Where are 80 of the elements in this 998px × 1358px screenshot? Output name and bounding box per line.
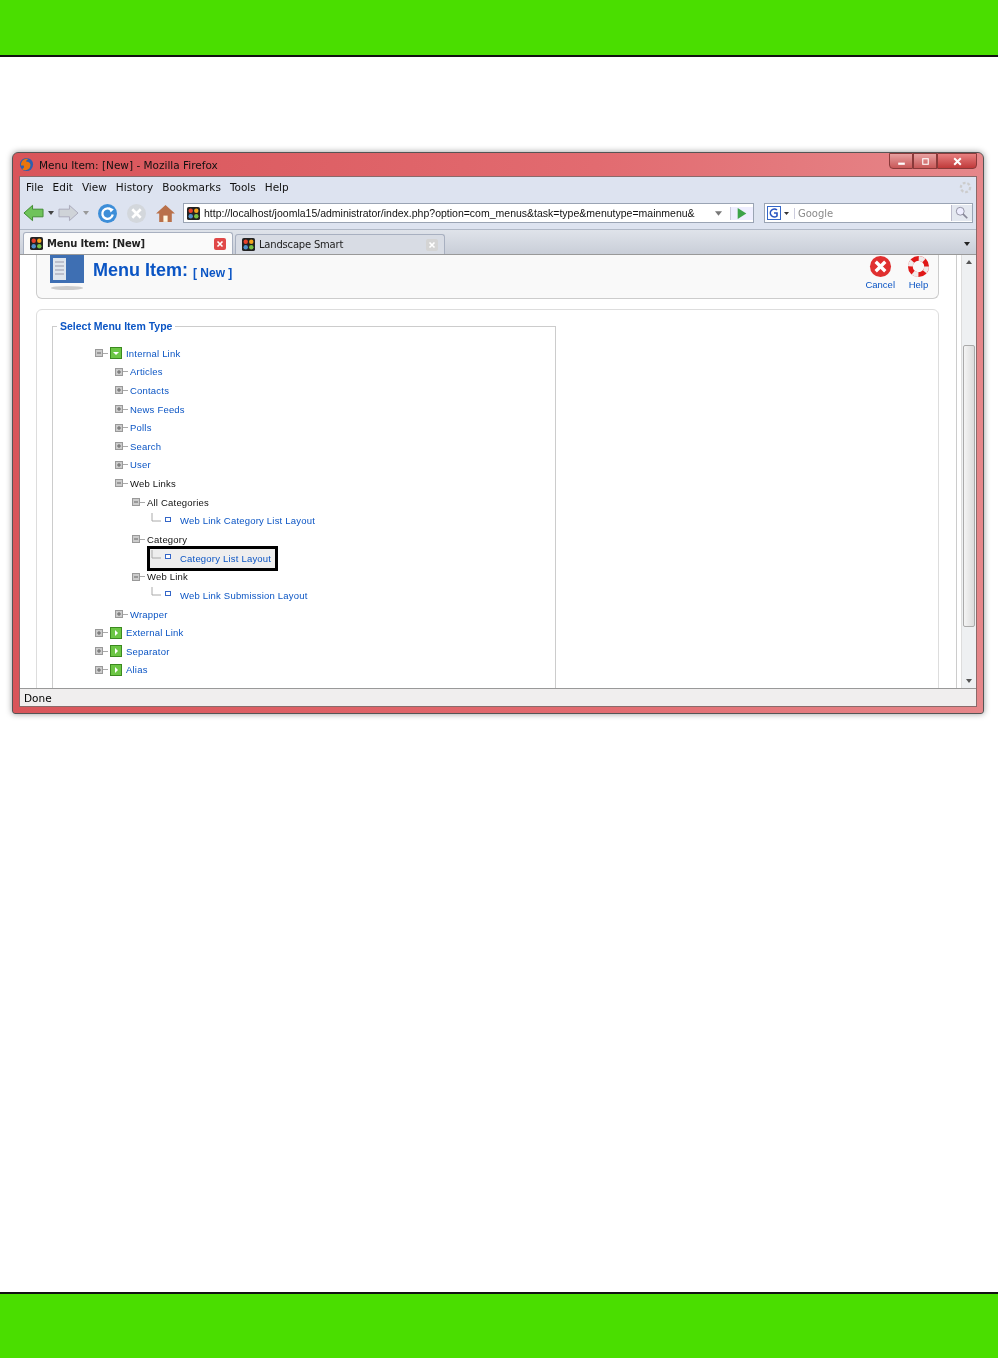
menu-item[interactable]: Help xyxy=(262,181,296,193)
tree-link[interactable]: Polls xyxy=(130,422,152,434)
maximize-icon xyxy=(919,156,931,166)
expand-icon[interactable] xyxy=(115,442,123,451)
expand-icon[interactable] xyxy=(115,610,123,618)
tree-link[interactable]: Web Link Category List Layout xyxy=(180,515,315,527)
expand-icon[interactable] xyxy=(115,405,123,414)
window-title: Menu Item: [New] - Mozilla Firefox xyxy=(39,158,218,171)
expand-icon[interactable] xyxy=(115,460,123,469)
expand-icon[interactable] xyxy=(95,647,103,656)
tree-link[interactable]: User xyxy=(130,459,151,471)
search-engine-icon[interactable] xyxy=(767,206,791,220)
close-icon xyxy=(951,156,963,166)
scrollbar[interactable] xyxy=(961,255,976,688)
caret-icon[interactable] xyxy=(48,211,54,215)
expand-icon[interactable] xyxy=(115,423,123,432)
tree-label: Web Link xyxy=(147,571,189,583)
tree-link[interactable]: Internal Link xyxy=(126,347,181,359)
link-type-icon xyxy=(110,663,122,676)
tree-link[interactable]: External Link xyxy=(126,627,184,639)
collapse-icon[interactable] xyxy=(95,349,103,358)
tab-list-icon[interactable] xyxy=(964,242,970,246)
fox-globe-icon xyxy=(19,157,34,172)
menu-item[interactable]: Edit xyxy=(50,181,80,193)
scroll-thumb[interactable] xyxy=(963,345,975,627)
minimize-button[interactable] xyxy=(889,153,913,169)
scroll-down-icon[interactable] xyxy=(966,679,972,683)
cancel-button[interactable]: Cancel xyxy=(865,255,895,290)
page-title: Menu Item: xyxy=(93,260,188,281)
tree-label: All Categories xyxy=(147,496,209,508)
tree-label: Category xyxy=(147,533,188,545)
tree-link[interactable]: Alias xyxy=(126,664,148,676)
status-text: Done xyxy=(24,691,52,704)
reload-icon[interactable] xyxy=(97,202,118,224)
tree-connector-icon xyxy=(151,550,173,561)
link-type-icon xyxy=(110,626,122,639)
tree-link[interactable]: Contacts xyxy=(130,385,170,396)
home-icon[interactable] xyxy=(155,202,176,224)
tree-link[interactable]: Web Link Submission Layout xyxy=(180,589,308,601)
collapse-icon[interactable] xyxy=(132,498,140,507)
link-type-icon xyxy=(110,645,122,658)
maximize-button[interactable] xyxy=(913,153,937,169)
link-type-icon xyxy=(110,347,122,360)
tree-link[interactable]: Articles xyxy=(130,366,163,378)
tree-link[interactable]: News Feeds xyxy=(130,403,185,415)
collapse-icon[interactable] xyxy=(115,479,123,488)
collapse-icon[interactable] xyxy=(132,535,140,544)
activity-indicator-icon xyxy=(959,180,972,194)
site-logo-icon xyxy=(187,206,200,220)
menu-item[interactable]: Tools xyxy=(227,181,263,193)
close-button[interactable] xyxy=(937,153,977,169)
page-subtitle: [ New ] xyxy=(193,266,233,280)
site-logo-icon xyxy=(242,238,255,251)
expand-icon[interactable] xyxy=(95,628,103,637)
browser-tab[interactable]: Landscape Smart xyxy=(235,234,445,254)
search-icon[interactable] xyxy=(951,205,972,221)
tree-connector-icon xyxy=(151,512,173,523)
tab-close-icon[interactable] xyxy=(214,237,226,250)
expand-icon[interactable] xyxy=(115,386,123,395)
tree-link[interactable]: Category List Layout xyxy=(180,552,272,564)
tree-link[interactable]: Wrapper xyxy=(130,608,168,620)
site-logo-icon xyxy=(30,237,43,250)
tree-link[interactable]: Separator xyxy=(126,645,170,657)
menu-item[interactable]: History xyxy=(113,181,161,193)
address-field[interactable]: http://localhost/joomla15/administrator/index.php?option=com_menus&task=type&menutype=mainmenu& xyxy=(183,203,754,223)
tree-label: Web Links xyxy=(130,477,176,489)
group-legend: Select Menu Item Type xyxy=(57,320,176,332)
expand-icon[interactable] xyxy=(95,665,103,674)
tree-link[interactable]: Search xyxy=(130,440,162,452)
menu-item[interactable]: Bookmarks xyxy=(160,181,228,193)
search-bar[interactable]: Google xyxy=(764,203,973,223)
menu-item[interactable]: File xyxy=(24,181,51,193)
dropdown-icon[interactable] xyxy=(715,210,722,216)
browser-tab[interactable]: Menu Item: [New] xyxy=(23,232,233,254)
expand-icon[interactable] xyxy=(115,367,123,376)
menu-item[interactable]: View xyxy=(79,181,114,193)
collapse-icon[interactable] xyxy=(132,572,140,581)
scroll-up-icon[interactable] xyxy=(966,260,972,264)
tree-connector-icon xyxy=(151,587,173,598)
url-text: http://localhost/joomla15/administrator/index.php?option=com_menus&task=type&menutype=mainmenu& xyxy=(204,207,696,219)
